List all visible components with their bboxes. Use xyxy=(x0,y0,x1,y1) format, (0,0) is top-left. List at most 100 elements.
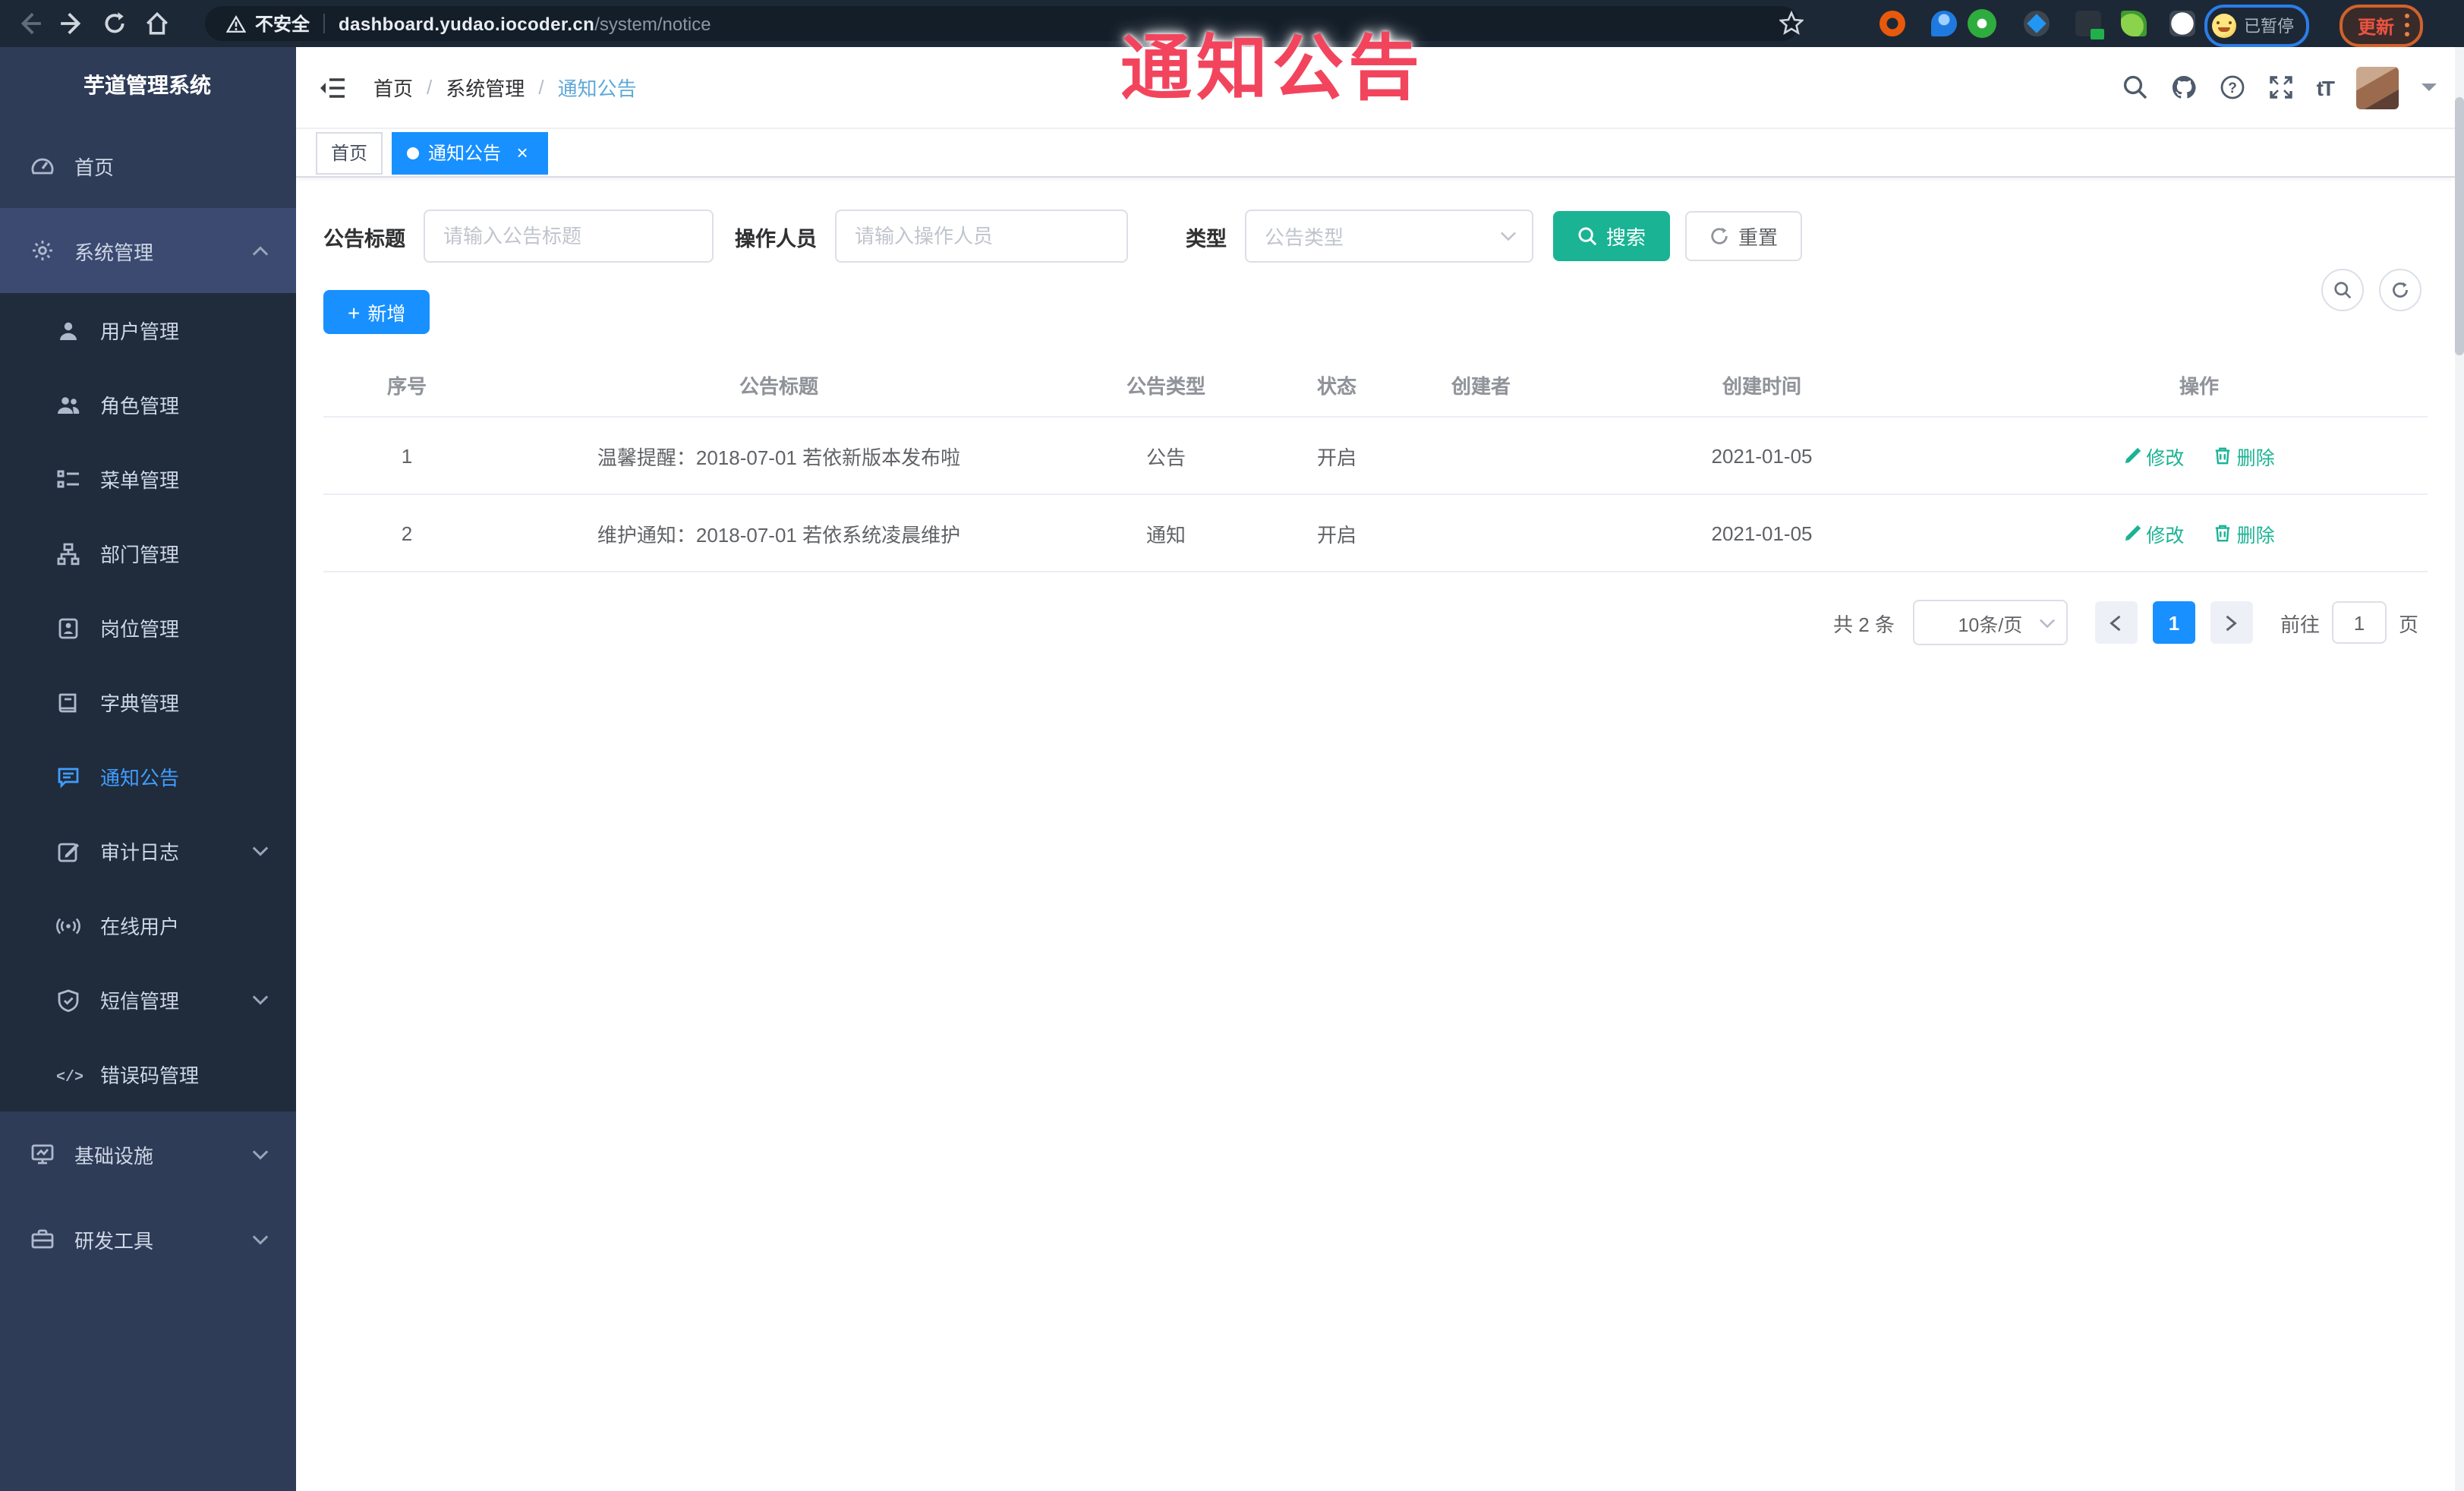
active-dot-icon xyxy=(407,147,420,159)
home-icon[interactable] xyxy=(144,11,170,36)
paused-extension-badge[interactable]: 已暂停 xyxy=(2204,5,2309,47)
breadcrumb-home[interactable]: 首页 xyxy=(373,73,413,102)
app-logo[interactable]: 芋道管理系统 xyxy=(0,47,296,123)
page-content: 公告标题 操作人员 类型 公告类型 搜索 重置 xyxy=(296,178,2455,645)
sidebar-item-menu-management[interactable]: 菜单管理 xyxy=(0,442,296,516)
extension-icon[interactable] xyxy=(1968,9,1996,38)
navbar-actions: ? tT xyxy=(2122,47,2437,128)
update-label: 更新 xyxy=(2358,16,2395,37)
breadcrumb-current: 通知公告 xyxy=(557,77,637,100)
browser-update-button[interactable]: 更新 xyxy=(2340,5,2424,47)
page-number-button[interactable]: 1 xyxy=(2152,601,2195,644)
reset-button[interactable]: 重置 xyxy=(1685,211,1803,261)
sidebar-item-label: 在线用户 xyxy=(100,916,180,938)
sidebar-fold-icon[interactable] xyxy=(319,75,346,99)
bookmark-star-icon[interactable] xyxy=(1778,10,1805,35)
search-icon xyxy=(1578,227,1597,246)
sidebar-item-audit-log[interactable]: 审计日志 xyxy=(0,814,296,888)
sidebar-item-post-management[interactable]: 岗位管理 xyxy=(0,591,296,665)
tab-notice-announcement[interactable]: 通知公告 × xyxy=(392,131,549,174)
delete-button[interactable]: 删除 xyxy=(2214,519,2275,547)
close-icon[interactable]: × xyxy=(512,142,533,163)
prev-page-button[interactable] xyxy=(2094,601,2138,644)
forward-icon[interactable] xyxy=(59,11,85,36)
add-button[interactable]: + 新增 xyxy=(323,290,430,334)
pagination: 共 2 条 10条/页 1 前往 页 xyxy=(323,600,2428,645)
not-secure-warning-icon xyxy=(226,14,246,33)
goto-page-input[interactable] xyxy=(2331,601,2387,644)
operator-filter-input[interactable] xyxy=(835,210,1128,263)
sidebar-item-infrastructure[interactable]: 基础设施 xyxy=(0,1111,296,1196)
user-avatar[interactable] xyxy=(2356,66,2399,109)
sidebar-item-label: 基础设施 xyxy=(74,1144,154,1167)
sidebar: 芋道管理系统 首页 系统管理 用户管理 角色管理 菜单管理 部门管理 岗位管理 … xyxy=(0,47,296,1491)
chevron-down-icon xyxy=(2039,617,2056,628)
cell-title: 维护通知：2018-07-01 若依系统凌晨维护 xyxy=(490,493,1067,572)
next-page-button[interactable] xyxy=(2210,601,2253,644)
cell-no: 2 xyxy=(323,493,490,572)
cell-creator xyxy=(1409,493,1553,572)
search-button[interactable]: 搜索 xyxy=(1553,211,1671,261)
fullscreen-icon[interactable] xyxy=(2268,74,2294,100)
security-label[interactable]: 不安全 xyxy=(255,11,310,36)
title-filter-input[interactable] xyxy=(424,210,714,263)
extensions-puzzle-icon[interactable] xyxy=(2169,11,2195,36)
help-icon[interactable]: ? xyxy=(2220,74,2245,100)
pencil-icon xyxy=(2125,525,2141,541)
scrollbar-thumb[interactable] xyxy=(2455,97,2464,355)
edit-button[interactable]: 修改 xyxy=(2123,441,2184,470)
delete-button[interactable]: 删除 xyxy=(2214,441,2275,470)
sidebar-item-user-management[interactable]: 用户管理 xyxy=(0,293,296,367)
sidebar-item-role-management[interactable]: 角色管理 xyxy=(0,367,296,442)
extension-icon[interactable] xyxy=(2075,11,2104,39)
extension-icon[interactable] xyxy=(1931,11,1957,36)
menu-list-icon xyxy=(56,467,80,491)
notice-table: 序号 公告标题 公告类型 状态 创建者 创建时间 操作 1 温馨提醒：2018-… xyxy=(323,352,2428,572)
sidebar-item-home[interactable]: 首页 xyxy=(0,123,296,208)
github-icon[interactable] xyxy=(2171,74,2197,100)
sidebar-item-system-management[interactable]: 系统管理 xyxy=(0,208,296,293)
sidebar-item-label: 系统管理 xyxy=(74,241,154,263)
sidebar-item-error-code-management[interactable]: </> 错误码管理 xyxy=(0,1037,296,1111)
sidebar-item-dept-management[interactable]: 部门管理 xyxy=(0,516,296,591)
menu-kebab-icon[interactable] xyxy=(2405,14,2411,38)
cell-actions: 修改 删除 xyxy=(1971,493,2428,572)
browser-scrollbar[interactable] xyxy=(2455,47,2464,1491)
logo-rabbit-image xyxy=(23,62,68,108)
plus-icon: + xyxy=(348,300,361,324)
sidebar-item-sms-management[interactable]: 短信管理 xyxy=(0,963,296,1037)
extension-icon[interactable] xyxy=(2121,11,2147,36)
title-filter-label: 公告标题 xyxy=(323,227,405,250)
cell-title: 温馨提醒：2018-07-01 若依新版本发布啦 xyxy=(490,416,1067,494)
chevron-down-icon xyxy=(252,1234,269,1244)
tab-home[interactable]: 首页 xyxy=(316,131,383,174)
table-row: 1 温馨提醒：2018-07-01 若依新版本发布啦 公告 开启 2021-01… xyxy=(323,416,2428,494)
sms-shield-icon xyxy=(56,988,80,1012)
extension-icon[interactable] xyxy=(1880,11,1905,36)
search-icon[interactable] xyxy=(2122,74,2148,100)
type-select[interactable]: 公告类型 xyxy=(1245,210,1533,263)
edit-button[interactable]: 修改 xyxy=(2123,519,2184,547)
sidebar-item-online-users[interactable]: 在线用户 xyxy=(0,888,296,963)
type-filter-label: 类型 xyxy=(1186,227,1227,250)
org-tree-icon xyxy=(56,541,80,566)
col-header-created: 创建时间 xyxy=(1722,374,1801,397)
font-size-icon[interactable]: tT xyxy=(2317,75,2335,99)
chevron-down-icon xyxy=(1500,231,1517,241)
back-icon[interactable] xyxy=(17,11,43,36)
col-header-no: 序号 xyxy=(386,374,427,397)
sidebar-item-dict-management[interactable]: 字典管理 xyxy=(0,665,296,739)
avatar-caret-icon[interactable] xyxy=(2421,84,2437,99)
breadcrumb-system[interactable]: 系统管理 xyxy=(446,73,525,102)
main-area: 首页 / 系统管理 / 通知公告 ? tT 首页 通知公告 × 公告标题 请输入… xyxy=(296,47,2455,1491)
extension-icon[interactable] xyxy=(2024,11,2050,36)
sidebar-item-notice-announcement[interactable]: 通知公告 xyxy=(0,739,296,814)
reload-icon[interactable] xyxy=(102,11,128,36)
sidebar-item-label: 部门管理 xyxy=(100,544,180,566)
sidebar-item-dev-tools[interactable]: 研发工具 xyxy=(0,1196,296,1281)
cell-status: 开启 xyxy=(1265,493,1409,572)
table-toolbar xyxy=(2321,269,2421,311)
page-size-select[interactable]: 10条/页 xyxy=(1912,600,2068,645)
refresh-table-button[interactable] xyxy=(2379,269,2421,311)
toggle-search-button[interactable] xyxy=(2321,269,2364,311)
